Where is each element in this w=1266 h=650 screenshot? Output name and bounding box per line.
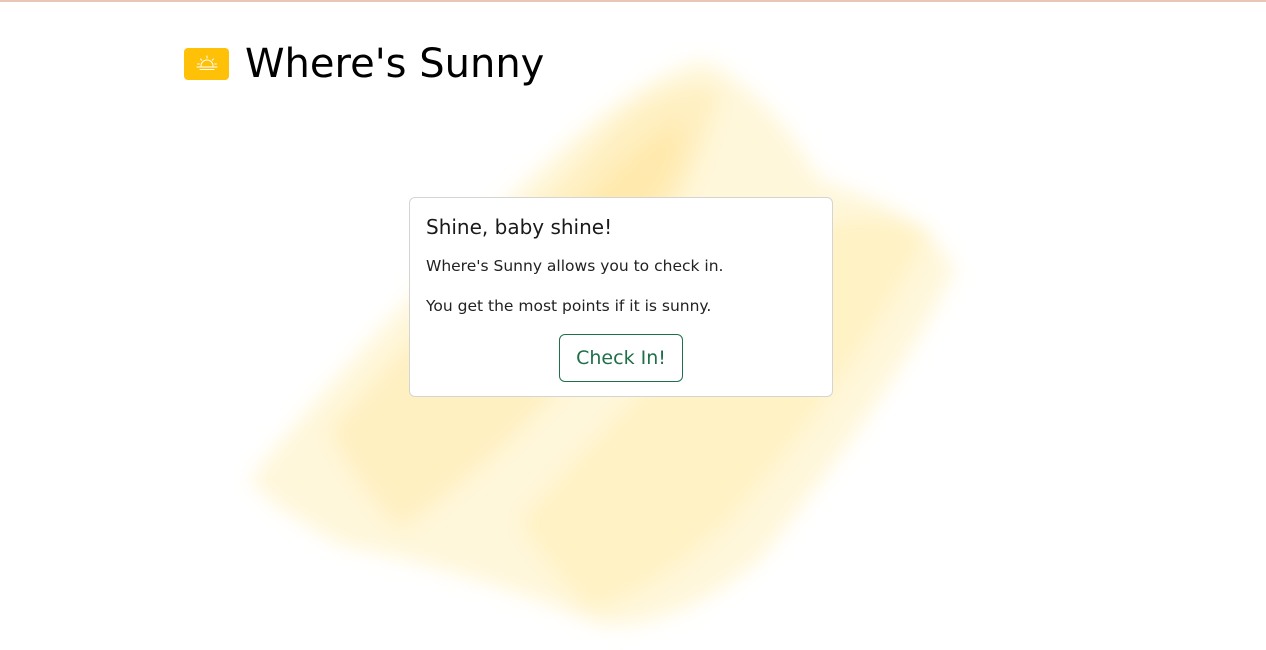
card-title: Shine, baby shine!	[426, 215, 613, 239]
app-header: Where's Sunny	[184, 40, 544, 88]
top-border	[0, 0, 1266, 2]
check-in-card: Shine, baby shine! Where's Sunny allows …	[409, 197, 833, 397]
button-container: Check In!	[426, 334, 816, 382]
app-title: Where's Sunny	[245, 41, 545, 87]
check-in-button[interactable]: Check In!	[559, 334, 683, 382]
card-description-1: Where's Sunny allows you to check in.	[426, 257, 724, 275]
card-description-2: You get the most points if it is sunny.	[426, 297, 712, 315]
sun-icon	[184, 48, 229, 80]
